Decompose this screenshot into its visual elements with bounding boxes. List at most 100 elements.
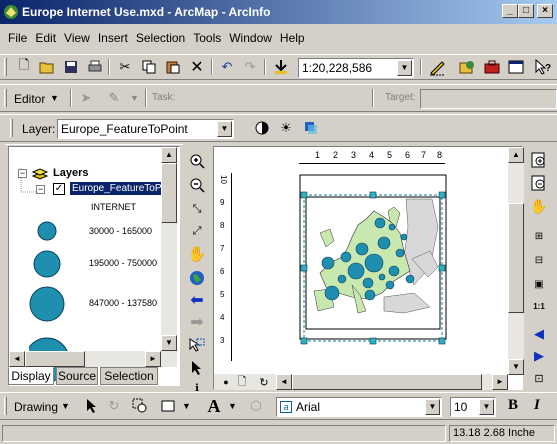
scroll-thumb[interactable] — [508, 203, 524, 313]
map-scale-combo[interactable]: 1:20,228,586 ▼ — [298, 58, 414, 78]
menu-view[interactable]: View — [60, 31, 94, 45]
cut-icon[interactable]: ✂ — [115, 57, 135, 77]
select-elements-icon[interactable] — [82, 396, 102, 416]
scroll-left-icon[interactable]: ◄ — [276, 374, 292, 390]
zoom-control-icon[interactable]: ⊡ — [529, 368, 549, 388]
layout-horizontal-scrollbar[interactable]: ● 🗋 ↻ ◄ ► — [214, 374, 508, 390]
zoom-in-page-icon[interactable] — [529, 150, 549, 170]
zoom-selected-icon[interactable] — [130, 396, 150, 416]
tab-display[interactable]: Display — [8, 367, 54, 385]
shape-dropdown-icon[interactable]: ▼ — [182, 401, 191, 411]
layout-view[interactable]: 1 2 3 4 5 6 7 8 10 9 8 7 6 5 4 3 ▲ ▼ ● 🗋… — [213, 146, 524, 390]
scroll-up-icon[interactable]: ▲ — [161, 147, 177, 163]
target-combo[interactable] — [420, 89, 557, 109]
text-tool-icon[interactable]: A — [204, 396, 224, 416]
italic-button[interactable]: I — [534, 397, 540, 414]
fixed-zoom-in-page-icon[interactable]: ⊞ — [529, 226, 549, 246]
zoom-out-page-icon[interactable] — [529, 173, 549, 193]
collapse-layers-icon[interactable]: − — [18, 169, 27, 178]
delete-icon[interactable]: ✕ — [187, 57, 207, 77]
menu-edit[interactable]: Edit — [31, 31, 60, 45]
layers-root-label[interactable]: Layers — [53, 167, 88, 179]
toolbar-grip[interactable] — [4, 397, 7, 415]
font-combo[interactable]: a Arial ▼ — [276, 397, 442, 417]
text-dropdown-icon[interactable]: ▼ — [228, 401, 237, 411]
chevron-down-icon[interactable]: ▼ — [217, 121, 232, 137]
fixed-zoom-in-icon[interactable]: ⤡ — [187, 199, 207, 219]
bold-button[interactable]: B — [508, 397, 518, 414]
editor-menu[interactable]: Editor — [14, 92, 45, 106]
chevron-down-icon[interactable]: ▼ — [397, 60, 412, 76]
toc-horizontal-scrollbar[interactable]: ◄ ► — [9, 351, 161, 367]
scroll-right-icon[interactable]: ► — [145, 351, 161, 367]
menu-tools[interactable]: Tools — [189, 31, 225, 45]
map-page[interactable] — [234, 167, 502, 369]
edit-vertices-icon[interactable]: ⬡ — [246, 396, 266, 416]
brightness-icon[interactable]: ☀ — [276, 118, 296, 138]
paste-icon[interactable] — [163, 57, 183, 77]
contrast-icon[interactable] — [252, 118, 272, 138]
menu-insert[interactable]: Insert — [94, 31, 132, 45]
arccatalog-icon[interactable] — [457, 57, 477, 77]
drawing-dropdown-icon[interactable]: ▼ — [61, 401, 70, 411]
open-folder-icon[interactable] — [37, 57, 57, 77]
save-icon[interactable] — [61, 57, 81, 77]
add-data-icon[interactable] — [271, 57, 291, 77]
zoom-out-icon[interactable] — [187, 175, 207, 195]
transparency-icon[interactable] — [301, 118, 321, 138]
close-button[interactable]: × — [537, 4, 553, 18]
arctoolbox-icon[interactable] — [482, 57, 502, 77]
minimize-button[interactable]: _ — [502, 4, 518, 18]
select-features-icon[interactable] — [187, 335, 207, 355]
chevron-down-icon[interactable]: ▼ — [425, 399, 440, 415]
layer-visibility-checkbox[interactable]: ✓ — [53, 183, 65, 195]
scroll-thumb[interactable] — [292, 374, 482, 390]
fixed-zoom-out-page-icon[interactable]: ⊟ — [529, 250, 549, 270]
sketch-tool-icon[interactable]: ✎ — [104, 88, 124, 108]
print-icon[interactable] — [85, 57, 105, 77]
zoom-100-percent-icon[interactable]: 1:1 — [529, 296, 549, 316]
rectangle-icon[interactable] — [158, 396, 178, 416]
fixed-zoom-out-icon[interactable]: ⤢ — [187, 221, 207, 241]
select-elements-icon[interactable] — [187, 358, 207, 378]
chevron-down-icon[interactable]: ▼ — [479, 399, 494, 415]
redo-icon[interactable]: ↷ — [240, 57, 260, 77]
full-extent-globe-icon[interactable] — [187, 268, 207, 288]
undo-icon[interactable]: ↶ — [217, 57, 237, 77]
menu-window[interactable]: Window — [225, 31, 276, 45]
editor-toolbar-icon[interactable] — [427, 57, 447, 77]
scroll-right-icon[interactable]: ► — [492, 374, 508, 390]
previous-extent-icon[interactable]: ◀ — [529, 324, 549, 344]
layer-combo[interactable]: Europe_FeatureToPoint ▼ — [57, 119, 234, 139]
sketch-dropdown-icon[interactable]: ▼ — [130, 93, 139, 103]
pan-page-icon[interactable]: ✋ — [529, 196, 549, 216]
tab-selection[interactable]: Selection — [100, 367, 158, 385]
scroll-down-icon[interactable]: ▼ — [161, 335, 177, 351]
layout-view-icon[interactable]: 🗋 — [232, 372, 252, 392]
scroll-up-icon[interactable]: ▲ — [508, 147, 524, 163]
scroll-left-icon[interactable]: ◄ — [9, 351, 25, 367]
forward-extent-icon[interactable]: ➡ — [187, 312, 207, 332]
edit-tool-icon[interactable]: ➤ — [76, 88, 96, 108]
rotate-icon[interactable]: ↻ — [104, 396, 124, 416]
toolbar-grip[interactable] — [4, 58, 7, 76]
back-extent-icon[interactable]: ⬅ — [187, 290, 207, 310]
drawing-menu[interactable]: Drawing — [14, 400, 58, 414]
scroll-thumb[interactable] — [161, 163, 177, 223]
next-extent-icon[interactable]: ▶ — [529, 346, 549, 366]
command-line-icon[interactable] — [506, 57, 526, 77]
editor-dropdown-icon[interactable]: ▼ — [50, 93, 59, 103]
zoom-whole-page-icon[interactable]: ▣ — [529, 274, 549, 294]
copy-icon[interactable] — [139, 57, 159, 77]
layer-name-selected[interactable]: Europe_FeatureToPo — [70, 182, 171, 195]
font-size-combo[interactable]: 10 ▼ — [450, 397, 496, 417]
toc-vertical-scrollbar[interactable]: ▲ ▼ — [161, 147, 177, 367]
new-document-icon[interactable]: 🗋 — [14, 57, 34, 77]
zoom-in-icon[interactable] — [187, 151, 207, 171]
scroll-down-icon[interactable]: ▼ — [508, 359, 524, 375]
menu-help[interactable]: Help — [276, 31, 309, 45]
scroll-thumb[interactable] — [25, 351, 85, 367]
maximize-button[interactable]: □ — [518, 4, 534, 18]
whats-this-icon[interactable]: ? — [533, 57, 553, 77]
tab-source[interactable]: Source — [56, 367, 98, 385]
